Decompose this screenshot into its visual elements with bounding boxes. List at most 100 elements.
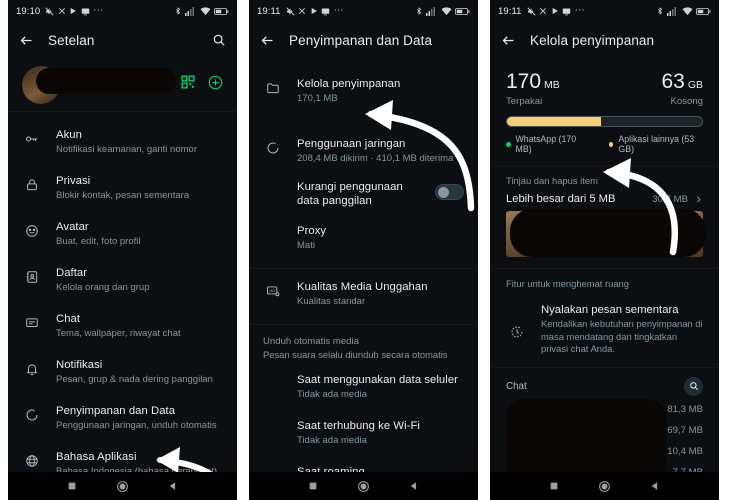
settings-item-notifikasi[interactable]: Notifikasi Pesan, grup & nada dering pan…: [8, 349, 237, 395]
row-lebih-besar-dari-5mb[interactable]: Lebih besar dari 5 MB 30,7 MB: [490, 191, 719, 211]
cast-screen-icon: [562, 7, 571, 16]
app-bar-manage-storage: Kelola penyimpanan: [490, 22, 719, 58]
item-title: Privasi: [56, 175, 91, 187]
item-title: Akun: [56, 129, 82, 141]
status-bar-left-icons: ⋯: [45, 6, 104, 16]
chat-size: 10,4 MB: [667, 445, 703, 457]
item-subtitle: 208,4 MB dikirim · 410,1 MB diterima: [297, 153, 454, 164]
circle-home-icon[interactable]: [357, 480, 370, 493]
row-text: Kelola penyimpanan 170,1 MB: [297, 77, 464, 105]
triangle-back-icon[interactable]: [168, 481, 178, 491]
reduce-call-data-toggle[interactable]: [435, 184, 464, 200]
settings-item-text: Penyimpanan dan Data Penggunaan jaringan…: [56, 404, 223, 432]
chevron-right-icon: [694, 195, 703, 204]
svg-text:HD: HD: [270, 289, 276, 293]
page-title: Kelola penyimpanan: [530, 32, 655, 48]
item-title: Kelola penyimpanan: [297, 78, 401, 90]
back-arrow-icon[interactable]: [501, 33, 516, 48]
network-icon: [262, 141, 284, 155]
back-arrow-icon[interactable]: [19, 33, 34, 48]
row-saat-terhubung-ke-wifi[interactable]: Saat terhubung ke Wi-Fi Tidak ada media: [249, 410, 478, 456]
features-section-title: Fitur untuk menghemat ruang: [506, 278, 629, 289]
page-title: Setelan: [48, 32, 95, 48]
used-caption: Terpakai: [506, 96, 543, 107]
profile-actions: [181, 75, 223, 95]
chat-storage-list[interactable]: 81,3 MB 69,7 MB 10,4 MB 7,7 MB: [490, 398, 719, 472]
triangle-back-icon[interactable]: [409, 481, 419, 491]
search-icon[interactable]: [212, 33, 226, 47]
settings-item-bahasa-aplikasi[interactable]: Bahasa Aplikasi Bahasa Indonesia (bahasa…: [8, 441, 237, 472]
item-title: Bahasa Aplikasi: [56, 451, 137, 463]
bluetooth-icon: [174, 6, 182, 16]
status-bar-clock: 19:10: [16, 5, 41, 17]
storage-and-data-scroll-body[interactable]: Kelola penyimpanan 170,1 MB Penggunaan j…: [249, 58, 478, 472]
android-nav-bar-3: [490, 472, 719, 500]
square-recents-icon[interactable]: [549, 481, 559, 491]
feature-title: Nyalakan pesan sementara: [541, 304, 679, 316]
screenshot-stage: 19:10 ⋯ Setelan Akun Notifikasi keamanan…: [0, 0, 750, 500]
legend-label: Aplikasi lainnya (53 GB): [618, 134, 695, 154]
free-caption: Kosong: [670, 96, 703, 107]
item-subtitle: Pesan, grup & nada dering panggilan: [56, 374, 213, 385]
settings-item-penyimpanan-dan-data[interactable]: Penyimpanan dan Data Penggunaan jaringan…: [8, 395, 237, 441]
row-label: Lebih besar dari 5 MB: [506, 193, 616, 205]
row-penggunaan-jaringan[interactable]: Penggunaan jaringan 208,4 MB dikirim · 4…: [249, 128, 478, 174]
settings-item-avatar[interactable]: Avatar Buat, edit, foto profil: [8, 211, 237, 257]
feature-subtitle: Kendalikan kebutuhan penyimpanan di masa…: [541, 318, 703, 354]
qr-code-icon[interactable]: [181, 75, 195, 94]
lock-icon: [21, 178, 43, 192]
settings-item-akun[interactable]: Akun Notifikasi keamanan, ganti nomor: [8, 119, 237, 165]
group-subtitle: Pesan suara selalu diunduh secara otomat…: [263, 349, 448, 360]
item-subtitle: Bahasa Indonesia (bahasa perangkat): [56, 466, 218, 472]
media-thumbnail-strip[interactable]: [490, 209, 719, 257]
row-saat-menggunakan-data-seluler[interactable]: Saat menggunakan data seluler Tidak ada …: [249, 364, 478, 410]
item-title: Notifikasi: [56, 359, 103, 371]
manage-storage-scroll-body[interactable]: 170 MB Terpakai 63 GB Kosong WhatsApp (1…: [490, 58, 719, 472]
settings-item-chat[interactable]: Chat Tema, wallpaper, riwayat chat: [8, 303, 237, 349]
status-bar-clock: 19:11: [498, 5, 522, 17]
status-bar-right-icons: [415, 6, 471, 16]
row-saat-roaming[interactable]: Saat roaming Tidak ada media: [249, 456, 478, 472]
plus-circle-icon[interactable]: [208, 75, 223, 95]
status-bar-2: 19:11 ⋯: [249, 0, 478, 22]
storage-usage-bar: [506, 116, 703, 127]
settings-scroll-body[interactable]: Aus Akun Notifikasi keamanan, ganti nomo…: [8, 58, 237, 472]
settings-item-text: Bahasa Aplikasi Bahasa Indonesia (bahasa…: [56, 450, 223, 472]
cast-screen-icon: [321, 7, 330, 16]
circle-home-icon[interactable]: [116, 480, 129, 493]
status-overflow-dots: ⋯: [333, 5, 345, 16]
settings-item-text: Daftar Kelola orang dan grup: [56, 266, 223, 294]
item-title: Kurangi penggunaan data panggilan: [297, 181, 403, 207]
profile-row[interactable]: Aus: [8, 58, 237, 112]
item-title: Penyimpanan dan Data: [56, 405, 176, 417]
chat-section-title: Chat: [506, 380, 527, 392]
settings-item-privasi[interactable]: Privasi Blokir kontak, pesan sementara: [8, 165, 237, 211]
back-arrow-icon[interactable]: [260, 33, 275, 48]
item-title: Daftar: [56, 267, 88, 279]
row-kelola-penyimpanan[interactable]: Kelola penyimpanan 170,1 MB: [249, 68, 478, 114]
legend-item-other-apps: Aplikasi lainnya (53 GB): [608, 134, 703, 154]
free-unit: GB: [687, 79, 703, 91]
search-icon[interactable]: [684, 376, 703, 396]
used-value-line: 170 MB: [506, 71, 560, 93]
chat-size: 69,7 MB: [667, 424, 703, 436]
item-title: Avatar: [56, 221, 89, 233]
item-subtitle: Tidak ada media: [297, 389, 367, 400]
item-subtitle: Notifikasi keamanan, ganti nomor: [56, 144, 197, 155]
row-proxy[interactable]: Proxy Mati: [249, 218, 478, 262]
row-nyalakan-pesan-sementara[interactable]: Nyalakan pesan sementara Kendalikan kebu…: [490, 294, 719, 356]
row-kualitas-media-unggahan[interactable]: HD Kualitas Media Unggahan Kualitas stan…: [249, 269, 478, 317]
storage-summary: 170 MB Terpakai 63 GB Kosong: [490, 58, 719, 108]
item-subtitle: Kelola orang dan grup: [56, 282, 150, 293]
row-kurangi-penggunaan-data-panggilan[interactable]: Kurangi penggunaan data panggilan: [249, 174, 478, 218]
square-recents-icon[interactable]: [67, 481, 77, 491]
status-overflow-dots: ⋯: [574, 5, 586, 16]
square-recents-icon[interactable]: [308, 481, 318, 491]
circle-home-icon[interactable]: [598, 480, 611, 493]
settings-item-daftar[interactable]: Daftar Kelola orang dan grup: [8, 257, 237, 303]
timer-icon: [506, 308, 528, 356]
triangle-back-icon[interactable]: [650, 481, 660, 491]
bluetooth-icon: [415, 6, 423, 16]
storage-usage-bar-wrap: [490, 107, 719, 127]
page-title: Penyimpanan dan Data: [289, 32, 433, 48]
